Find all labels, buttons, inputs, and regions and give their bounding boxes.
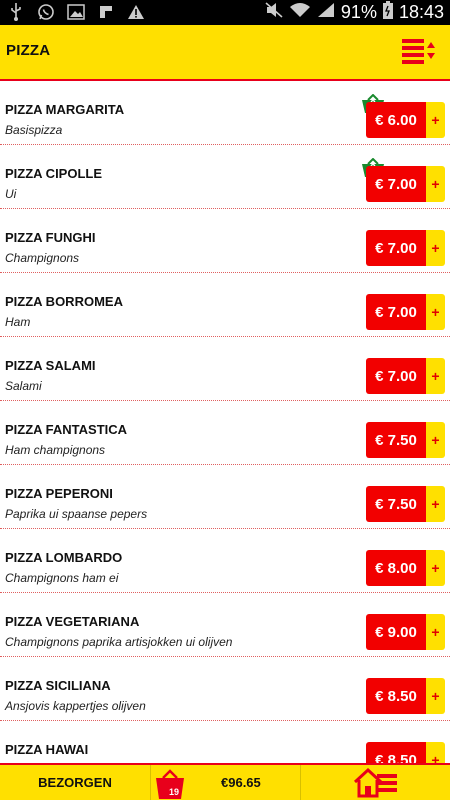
home-menu-icon bbox=[353, 767, 399, 798]
notification-icons bbox=[6, 3, 146, 21]
battery-percent: 91% bbox=[340, 2, 377, 22]
item-description: Champignons ham ei bbox=[5, 571, 119, 585]
list-item[interactable]: PIZZA LOMBARDO Champignons ham ei € 8.00… bbox=[0, 529, 450, 593]
add-button[interactable]: + bbox=[426, 678, 445, 714]
list-item[interactable]: PIZZA FANTASTICA Ham champignons € 7.50 … bbox=[0, 401, 450, 465]
item-description: Basispizza bbox=[5, 123, 63, 137]
item-name: PIZZA CIPOLLE bbox=[5, 166, 103, 181]
signal-icon bbox=[317, 2, 335, 23]
add-button[interactable]: + bbox=[426, 614, 445, 650]
bottom-bar: BEZORGEN 19 €96.65 bbox=[0, 763, 450, 800]
add-button[interactable]: + bbox=[426, 358, 445, 394]
item-name: PIZZA HAWAI bbox=[5, 742, 89, 757]
battery-icon bbox=[382, 1, 393, 24]
item-description: Ham bbox=[5, 315, 31, 329]
home-menu-button[interactable] bbox=[301, 765, 450, 800]
warning-icon bbox=[126, 3, 146, 21]
price-button[interactable]: € 7.00 bbox=[366, 294, 426, 330]
system-icons: 91% 18:43 bbox=[265, 0, 444, 25]
whatsapp-icon bbox=[36, 3, 56, 21]
price-button[interactable]: € 6.00 bbox=[366, 102, 426, 138]
item-description: Paprika ui spaanse pepers bbox=[5, 507, 148, 521]
mute-icon bbox=[265, 2, 283, 23]
add-button[interactable]: + bbox=[426, 102, 445, 138]
item-description: Champignons paprika artisjokken ui olijv… bbox=[5, 635, 233, 649]
add-button[interactable]: + bbox=[426, 550, 445, 586]
status-bar: 91% 18:43 bbox=[0, 0, 450, 25]
item-name: PIZZA SICILIANA bbox=[5, 678, 111, 693]
list-item[interactable]: PIZZA FUNGHI Champignons € 7.00 + bbox=[0, 209, 450, 273]
list-item[interactable]: PIZZA HAWAI € 8.50 + bbox=[0, 721, 450, 763]
add-button[interactable]: + bbox=[426, 422, 445, 458]
page-title: PIZZA bbox=[6, 42, 51, 59]
cart-total: €96.65 bbox=[221, 775, 261, 790]
pizza-list[interactable]: PIZZA MARGARITA Basispizza 2 € 6.00 + PI… bbox=[0, 81, 450, 763]
list-item[interactable]: PIZZA PEPERONI Paprika ui spaanse pepers… bbox=[0, 465, 450, 529]
delivery-button[interactable]: BEZORGEN bbox=[0, 765, 151, 800]
item-name: PIZZA FUNGHI bbox=[5, 230, 96, 245]
clock: 18:43 bbox=[398, 2, 444, 22]
list-item[interactable]: PIZZA SICILIANA Ansjovis kappertjes olij… bbox=[0, 657, 450, 721]
price-button[interactable]: € 9.00 bbox=[366, 614, 426, 650]
item-description: Champignons bbox=[5, 251, 80, 265]
list-item[interactable]: PIZZA CIPOLLE Ui 3 € 7.00 + bbox=[0, 145, 450, 209]
wifi-icon bbox=[289, 2, 311, 23]
item-name: PIZZA VEGETARIANA bbox=[5, 614, 140, 629]
item-description: Ansjovis kappertjes olijven bbox=[5, 699, 146, 713]
basket-icon: 19 bbox=[155, 767, 185, 800]
item-name: PIZZA PEPERONI bbox=[5, 486, 113, 501]
list-item[interactable]: PIZZA MARGARITA Basispizza 2 € 6.00 + bbox=[0, 81, 450, 145]
item-description: Ham champignons bbox=[5, 443, 106, 457]
price-button[interactable]: € 7.00 bbox=[366, 230, 426, 266]
usb-icon bbox=[6, 3, 26, 21]
cart-button[interactable]: 19 €96.65 bbox=[151, 765, 301, 800]
cart-count: 19 bbox=[168, 787, 179, 797]
item-description: Ui bbox=[5, 187, 17, 201]
price-button[interactable]: € 7.50 bbox=[366, 422, 426, 458]
price-button[interactable]: € 7.50 bbox=[366, 486, 426, 522]
list-item[interactable]: PIZZA BORROMEA Ham € 7.00 + bbox=[0, 273, 450, 337]
item-name: PIZZA LOMBARDO bbox=[5, 550, 123, 565]
price-button[interactable]: € 8.50 bbox=[366, 742, 426, 763]
item-name: PIZZA SALAMI bbox=[5, 358, 96, 373]
item-description: Salami bbox=[5, 379, 42, 393]
add-button[interactable]: + bbox=[426, 294, 445, 330]
item-name: PIZZA BORROMEA bbox=[5, 294, 123, 309]
price-button[interactable]: € 8.50 bbox=[366, 678, 426, 714]
add-button[interactable]: + bbox=[426, 166, 445, 202]
app-icon bbox=[96, 3, 116, 21]
list-item[interactable]: PIZZA VEGETARIANA Champignons paprika ar… bbox=[0, 593, 450, 657]
add-button[interactable]: + bbox=[426, 486, 445, 522]
price-button[interactable]: € 7.00 bbox=[366, 166, 426, 202]
sort-list-icon[interactable] bbox=[402, 37, 436, 65]
add-button[interactable]: + bbox=[426, 742, 445, 763]
price-button[interactable]: € 7.00 bbox=[366, 358, 426, 394]
add-button[interactable]: + bbox=[426, 230, 445, 266]
item-name: PIZZA MARGARITA bbox=[5, 102, 125, 117]
app-header: PIZZA bbox=[0, 25, 450, 81]
image-icon bbox=[66, 3, 86, 21]
price-button[interactable]: € 8.00 bbox=[366, 550, 426, 586]
list-item[interactable]: PIZZA SALAMI Salami € 7.00 + bbox=[0, 337, 450, 401]
item-name: PIZZA FANTASTICA bbox=[5, 422, 128, 437]
